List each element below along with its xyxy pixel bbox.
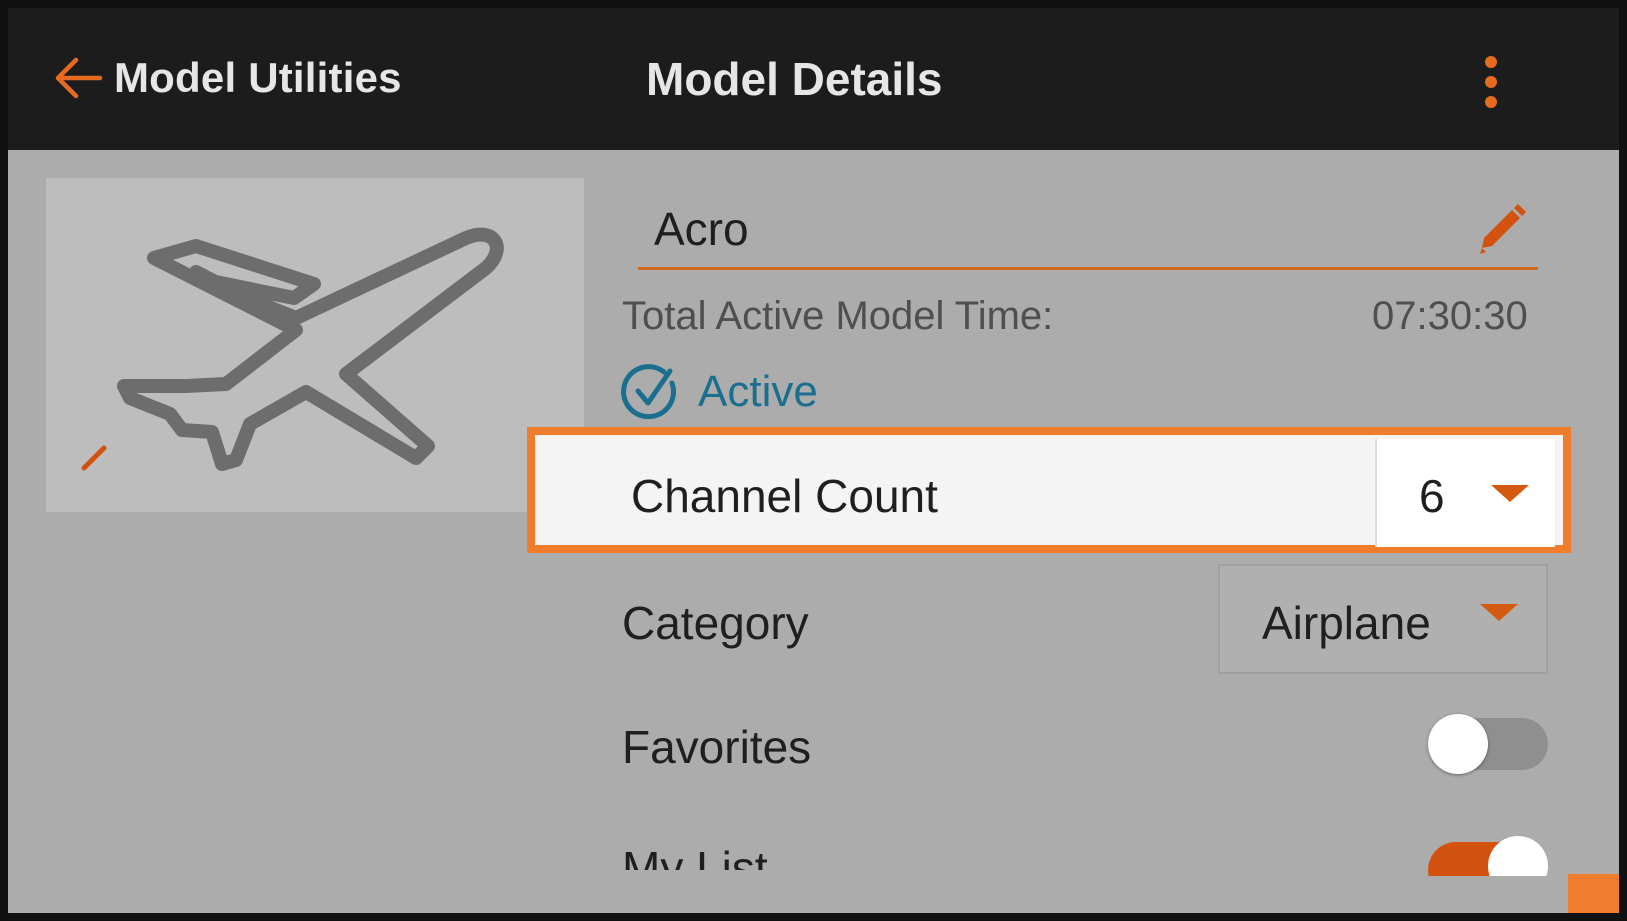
active-status-label: Active: [698, 367, 818, 416]
chevron-down-icon: [1491, 485, 1529, 502]
more-vertical-icon[interactable]: [1476, 52, 1506, 112]
page-title: Model Details: [646, 53, 943, 105]
pencil-icon[interactable]: [1470, 200, 1530, 256]
channel-count-value: 6: [1419, 470, 1445, 522]
my-list-label: My List: [622, 842, 768, 870]
arrow-left-icon: [55, 57, 103, 99]
model-thumbnail[interactable]: [46, 178, 584, 512]
active-status: Active: [620, 360, 818, 424]
back-button-label: Model Utilities: [114, 54, 402, 101]
app-header: Model Utilities Model Details: [8, 8, 1619, 150]
favorites-label: Favorites: [622, 721, 812, 773]
channel-count-dropdown[interactable]: 6: [1375, 439, 1555, 547]
category-dropdown[interactable]: Airplane: [1218, 564, 1548, 674]
total-time-label: Total Active Model Time:: [622, 294, 1054, 338]
model-name-field[interactable]: Acro: [638, 188, 1538, 270]
check-circle-icon: [621, 364, 677, 420]
category-label: Category: [622, 597, 809, 649]
category-value: Airplane: [1262, 597, 1431, 649]
toggle-knob: [1428, 714, 1488, 774]
favorites-toggle[interactable]: [1428, 714, 1550, 774]
total-time-value: 07:30:30: [1372, 294, 1528, 338]
screen-frame: Model Utilities Model Details Acro Total…: [0, 0, 1627, 921]
pencil-icon[interactable]: [76, 436, 116, 476]
back-button[interactable]: Model Utilities: [52, 48, 402, 108]
channel-count-row: Channel Count 6: [527, 427, 1571, 553]
model-name-value: Acro: [654, 203, 749, 255]
airplane-icon: [117, 227, 504, 471]
highlight-corner: [1568, 874, 1619, 913]
chevron-down-icon: [1480, 604, 1518, 621]
channel-count-label: Channel Count: [631, 470, 938, 522]
my-list-toggle[interactable]: [1428, 836, 1550, 876]
